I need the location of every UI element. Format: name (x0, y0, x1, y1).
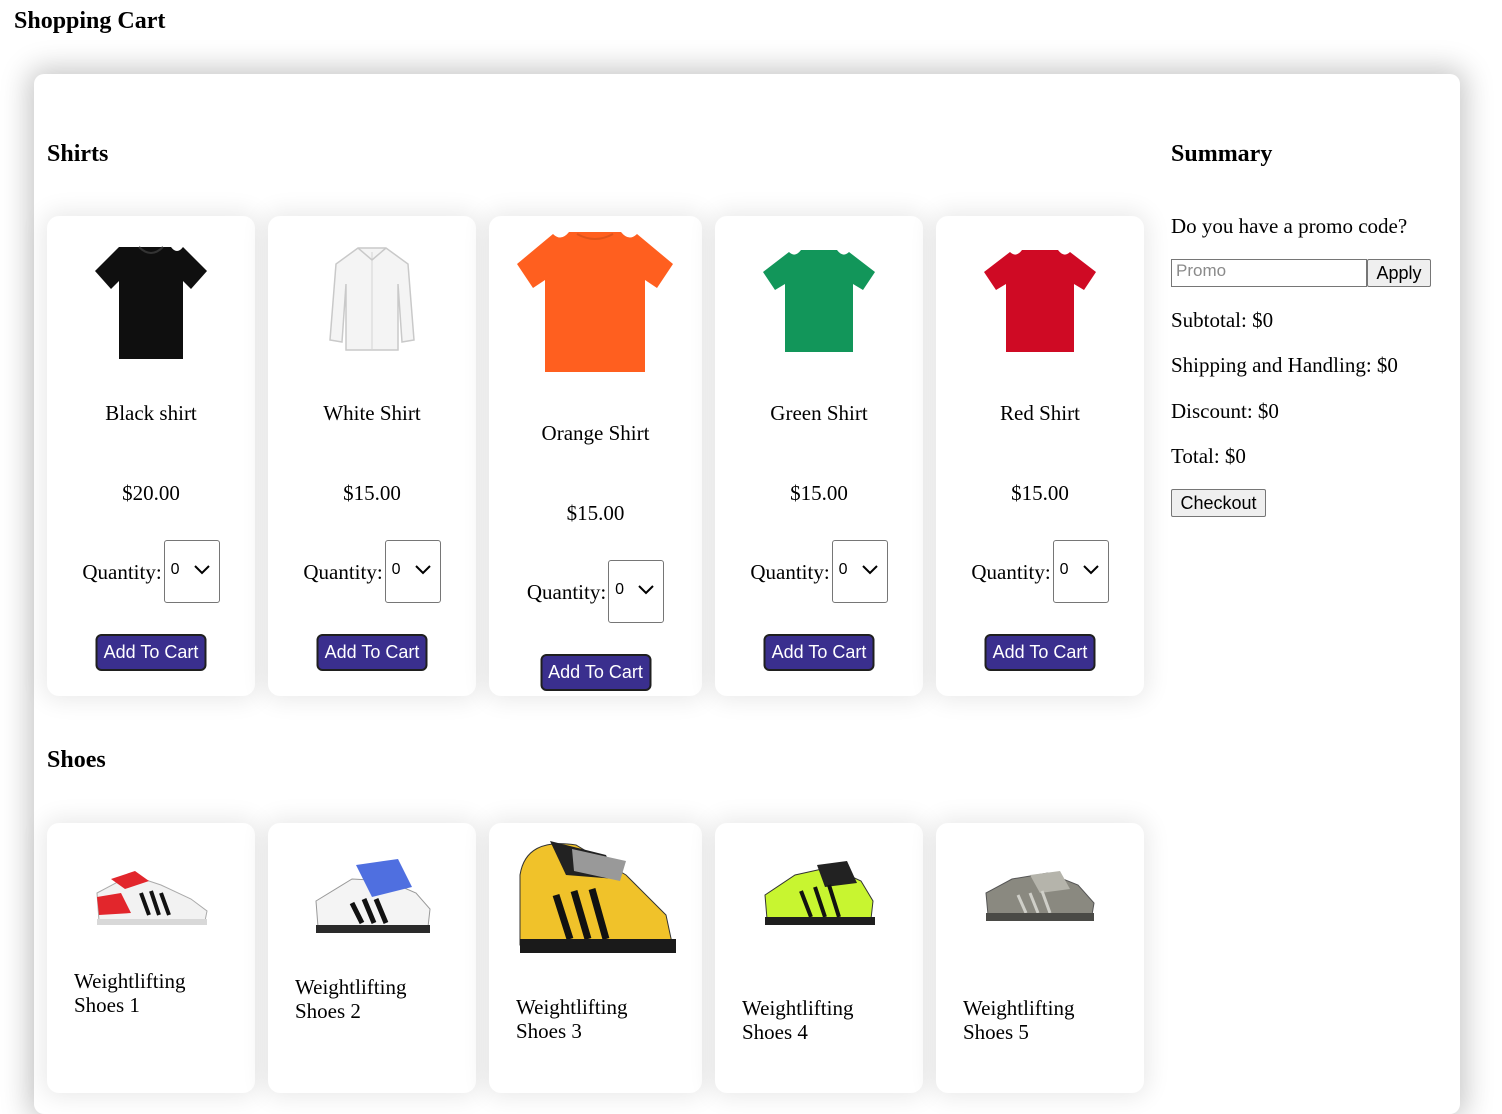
product-name: Weightlifting Shoes 1 (74, 969, 186, 1017)
promo-input[interactable]: Promo (1171, 259, 1367, 287)
quantity-row: Quantity: 0 (268, 540, 476, 603)
quantity-row: Quantity: 0 (489, 560, 702, 623)
add-to-cart-button[interactable]: Add To Cart (95, 634, 207, 671)
add-to-cart-button[interactable]: Add To Cart (763, 634, 875, 671)
white-shirt-image (329, 247, 415, 351)
product-name: Weightlifting Shoes 2 (295, 975, 407, 1023)
product-name: Green Shirt (770, 401, 868, 425)
product-price: $15.00 (790, 481, 848, 505)
add-to-cart-button[interactable]: Add To Cart (316, 634, 428, 671)
shirts-section-title: Shirts (47, 141, 109, 167)
chevron-down-icon (414, 565, 431, 575)
quantity-value: 0 (170, 561, 180, 578)
discount-text: Discount: $0 (1171, 399, 1279, 423)
product-price: $15.00 (343, 481, 401, 505)
product-price: $15.00 (1011, 481, 1069, 505)
product-card-white-shirt: White Shirt $15.00 Quantity: 0 Add To Ca… (268, 216, 476, 696)
product-name: Black shirt (105, 401, 197, 425)
promo-question: Do you have a promo code? (1171, 214, 1408, 238)
shoe-1-image (96, 871, 208, 925)
total-text: Total: $0 (1171, 444, 1246, 468)
chevron-down-icon (638, 585, 654, 595)
quantity-label: Quantity: (526, 579, 607, 604)
product-name: Orange Shirt (541, 421, 650, 445)
product-card-shoe-4: Weightlifting Shoes 4 (715, 823, 923, 1093)
quantity-row: Quantity: 0 (47, 540, 255, 603)
product-price: $15.00 (566, 501, 625, 525)
chevron-down-icon (861, 565, 878, 575)
quantity-select[interactable]: 0 (163, 540, 220, 603)
product-card-shoe-3: Weightlifting Shoes 3 (489, 823, 702, 1093)
product-card-black-shirt: Black shirt $20.00 Quantity: 0 Add To Ca… (47, 216, 255, 696)
orange-shirt-image (517, 232, 673, 372)
quantity-label: Quantity: (303, 559, 383, 584)
summary-title: Summary (1171, 141, 1273, 167)
quantity-value: 0 (838, 561, 848, 578)
product-card-shoe-1: Weightlifting Shoes 1 (47, 823, 255, 1093)
quantity-row: Quantity: 0 (936, 540, 1144, 603)
checkout-button[interactable]: Checkout (1171, 489, 1266, 517)
quantity-select[interactable]: 0 (384, 540, 441, 603)
chevron-down-icon (1082, 565, 1099, 575)
product-card-shoe-2: Weightlifting Shoes 2 (268, 823, 476, 1093)
shoe-5-image (985, 871, 1095, 921)
shoe-4-image (764, 861, 875, 925)
promo-placeholder: Promo (1176, 261, 1227, 280)
quantity-value: 0 (1059, 561, 1069, 578)
quantity-value: 0 (615, 581, 625, 598)
product-name: Red Shirt (1000, 401, 1080, 425)
product-name: Weightlifting Shoes 3 (516, 995, 628, 1043)
shipping-text: Shipping and Handling: $0 (1171, 353, 1398, 377)
add-to-cart-button[interactable]: Add To Cart (984, 634, 1096, 671)
black-shirt-image (95, 246, 207, 359)
product-name: Weightlifting Shoes 4 (742, 996, 854, 1044)
chevron-down-icon (193, 565, 210, 575)
product-card-red-shirt: Red Shirt $15.00 Quantity: 0 Add To Cart (936, 216, 1144, 696)
green-shirt-image (763, 250, 875, 352)
quantity-value: 0 (391, 561, 401, 578)
quantity-select[interactable]: 0 (608, 560, 665, 623)
add-to-cart-button[interactable]: Add To Cart (540, 654, 651, 691)
quantity-row: Quantity: 0 (715, 540, 923, 603)
quantity-label: Quantity: (971, 559, 1051, 584)
subtotal-text: Subtotal: $0 (1171, 308, 1274, 332)
shoe-3-image (519, 841, 676, 953)
product-name: White Shirt (323, 401, 421, 425)
quantity-select[interactable]: 0 (831, 540, 888, 603)
product-price: $20.00 (122, 481, 180, 505)
page-title: Shopping Cart (14, 8, 166, 34)
product-name: Weightlifting Shoes 5 (963, 996, 1075, 1044)
quantity-label: Quantity: (750, 559, 830, 584)
product-card-green-shirt: Green Shirt $15.00 Quantity: 0 Add To Ca… (715, 216, 923, 696)
product-card-shoe-5: Weightlifting Shoes 5 (936, 823, 1144, 1093)
product-card-orange-shirt: Orange Shirt $15.00 Quantity: 0 Add To C… (489, 216, 702, 696)
quantity-label: Quantity: (82, 559, 162, 584)
shoe-2-image (315, 859, 431, 933)
red-shirt-image (984, 250, 1096, 352)
quantity-select[interactable]: 0 (1052, 540, 1109, 603)
shoes-section-title: Shoes (47, 747, 106, 773)
apply-button[interactable]: Apply (1367, 259, 1431, 287)
